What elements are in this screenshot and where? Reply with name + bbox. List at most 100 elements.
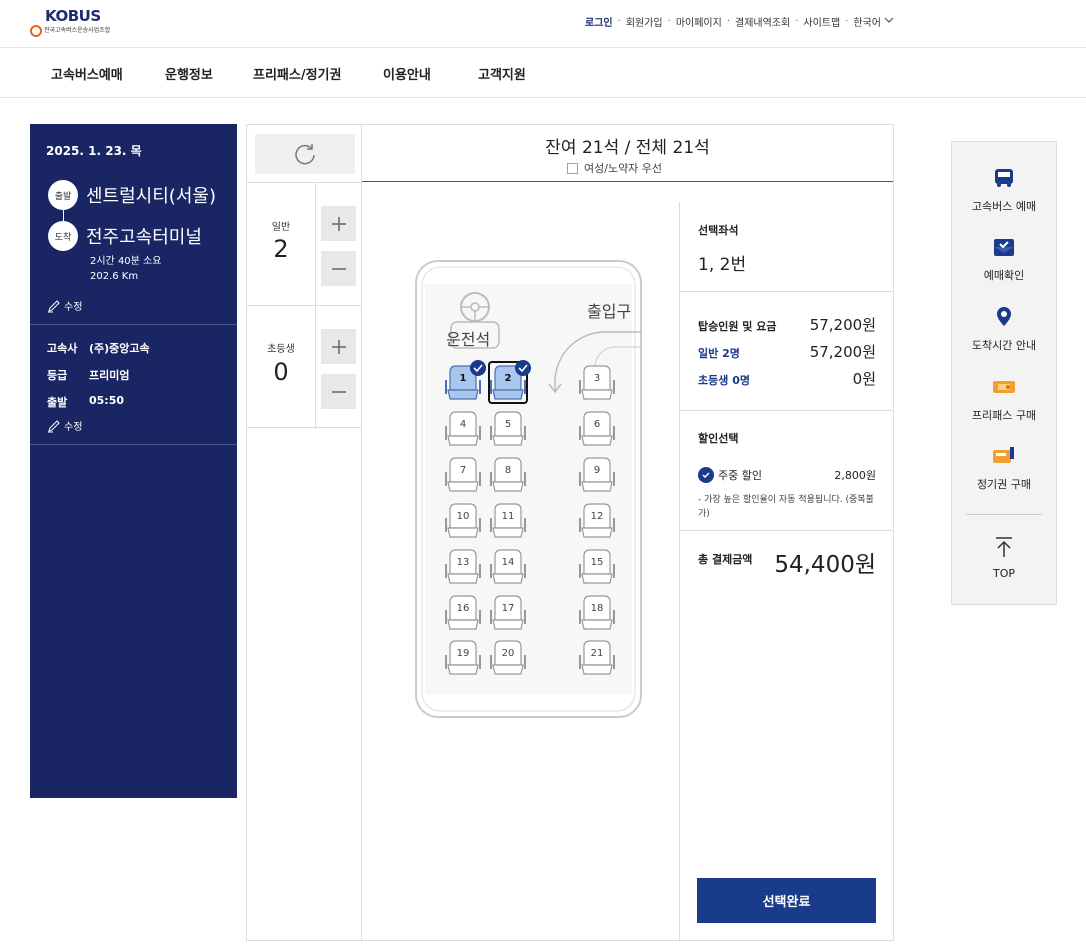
child-fare-value: 0원: [852, 370, 876, 388]
seat-number: 14: [502, 557, 515, 568]
quick-reservation-label: 고속버스 예매: [971, 200, 1037, 213]
quick-arrival-time-label: 도착시간 안내: [971, 339, 1037, 352]
adult-label: 일반: [271, 222, 291, 233]
seat-cushion: [492, 481, 524, 492]
child-plus-button[interactable]: [321, 329, 356, 364]
nav-guide[interactable]: 이용안내: [383, 64, 431, 83]
seat-cushion: [492, 527, 524, 538]
seat-14[interactable]: 14: [490, 549, 526, 584]
seat-number: 11: [502, 511, 515, 522]
utility-nav: 로그인 · 회원가입 · 마이페이지 · 결제내역조회 · 사이트맵 · 한국어: [580, 14, 894, 29]
seat-9[interactable]: 9: [579, 457, 615, 492]
nav-support[interactable]: 고객지원: [478, 64, 526, 83]
discount-option[interactable]: 주중 할인 2,800원: [698, 467, 876, 483]
quick-arrival-time[interactable]: 도착시간 안내: [952, 305, 1056, 353]
seat-number: 19: [457, 648, 470, 659]
seat-18[interactable]: 18: [579, 595, 615, 630]
nav-reservation[interactable]: 고속버스예매: [51, 64, 123, 83]
company-row: 고속사 (주)중앙고속: [47, 340, 150, 356]
depart-time-value: 05:50: [89, 394, 125, 407]
seat-cushion: [447, 664, 479, 675]
ticket-check-icon: [994, 239, 1014, 256]
payment-history-link[interactable]: 결제내역조회: [735, 14, 790, 29]
edit-route-button[interactable]: 수정: [47, 298, 82, 313]
quick-season-ticket[interactable]: 정기권 구매: [952, 444, 1056, 492]
nav-schedule[interactable]: 운행정보: [165, 64, 213, 83]
seat-number: 16: [457, 603, 470, 614]
seat-15[interactable]: 15: [579, 549, 615, 584]
seat-number: 5: [505, 419, 511, 430]
seat-10[interactable]: 10: [445, 503, 481, 538]
grade-label: 등급: [47, 369, 68, 382]
seat-17[interactable]: 17: [490, 595, 526, 630]
quick-menu: 고속버스 예매 예매확인 도착시간 안내 프리패스 구매 정기권 구매 TOP: [951, 141, 1057, 605]
seat-5[interactable]: 5: [490, 411, 526, 446]
company-value: (주)중앙고속: [89, 342, 150, 355]
seat-availability: 잔여 21석 / 전체 21석: [545, 138, 710, 158]
seat-7[interactable]: 7: [445, 457, 481, 492]
login-link[interactable]: 로그인: [585, 14, 613, 29]
discount-amount: 2,800원: [834, 469, 876, 482]
seat-4[interactable]: 4: [445, 411, 481, 446]
seat-number: 1: [460, 373, 467, 384]
seat-8[interactable]: 8: [490, 457, 526, 492]
seat-cushion: [581, 573, 613, 584]
selected-seats-value: 1, 2번: [698, 255, 747, 275]
arrival-badge: 도착: [48, 221, 78, 251]
bus-icon: [995, 169, 1013, 187]
season-ticket-icon: [993, 447, 1014, 463]
seat-11[interactable]: 11: [490, 503, 526, 538]
exit-label: 출입구: [587, 302, 631, 321]
seat-13[interactable]: 13: [445, 549, 481, 584]
seat-6[interactable]: 6: [579, 411, 615, 446]
site-header: KOBUS 전국고속버스운송사업조합 로그인 · 회원가입 · 마이페이지 · …: [0, 0, 1086, 48]
seat-number: 17: [502, 603, 515, 614]
seat-number: 21: [591, 648, 604, 659]
seat-number: 3: [594, 373, 600, 384]
fare-section: 탑승인원 및 요금 57,200원 일반 2명 57,200원 초등생 0명 0…: [680, 292, 894, 411]
trip-info-panel: 2025. 1. 23. 목 출발 도착 센트럴시티(서울) 전주고속터미널 2…: [30, 124, 237, 798]
seat-12[interactable]: 12: [579, 503, 615, 538]
check-circle-icon[interactable]: [698, 467, 714, 483]
refresh-button[interactable]: [255, 134, 355, 174]
quick-freepass[interactable]: 프리패스 구매: [952, 375, 1056, 423]
plus-icon: [331, 216, 346, 231]
quick-ticket-check[interactable]: 예매확인: [952, 235, 1056, 283]
seat-cushion: [581, 435, 613, 446]
quick-season-ticket-label: 정기권 구매: [976, 478, 1032, 491]
seat-21[interactable]: 21: [579, 640, 615, 675]
mypage-link[interactable]: 마이페이지: [676, 14, 722, 29]
chevron-down-icon[interactable]: [884, 16, 894, 27]
scroll-top-button[interactable]: TOP: [952, 535, 1056, 580]
edit-bus-button[interactable]: 수정: [47, 418, 82, 433]
total-label: 총 결제금액: [698, 553, 753, 566]
seat-number: 15: [591, 557, 604, 568]
seat-3[interactable]: 3: [579, 365, 615, 400]
seat-cushion: [447, 573, 479, 584]
minus-icon: [331, 267, 346, 270]
seat-number: 7: [460, 465, 466, 476]
quick-reservation[interactable]: 고속버스 예매: [952, 166, 1056, 214]
child-minus-button[interactable]: [321, 374, 356, 409]
priority-legend-label: 여성/노약자 우선: [584, 162, 663, 175]
language-select[interactable]: 한국어: [853, 14, 881, 29]
pencil-icon: [48, 419, 60, 432]
nav-freepass[interactable]: 프리패스/정기권: [253, 64, 341, 83]
signup-link[interactable]: 회원가입: [626, 14, 663, 29]
adult-minus-button[interactable]: [321, 251, 356, 286]
complete-selection-button[interactable]: 선택완료: [697, 878, 876, 923]
seat-20[interactable]: 20: [490, 640, 526, 675]
seat-16[interactable]: 16: [445, 595, 481, 630]
logo-subtitle: 전국고속버스운송사업조합: [44, 27, 111, 34]
adult-plus-button[interactable]: [321, 206, 356, 241]
seat-number: 2: [505, 373, 512, 384]
quick-freepass-label: 프리패스 구매: [971, 409, 1037, 422]
seat-cushion: [492, 664, 524, 675]
seat-number: 4: [460, 419, 466, 430]
grade-row: 등급 프리미엄: [47, 367, 129, 383]
seat-number: 10: [457, 511, 470, 522]
kobus-logo[interactable]: KOBUS 전국고속버스운송사업조합: [30, 7, 110, 39]
seat-19[interactable]: 19: [445, 640, 481, 675]
bus-seat-map: 운전석 출입구 1 2 34 5 67 8 910 11 1213 14 1516 17 1819 20 2…: [415, 260, 642, 718]
sitemap-link[interactable]: 사이트맵: [803, 14, 840, 29]
